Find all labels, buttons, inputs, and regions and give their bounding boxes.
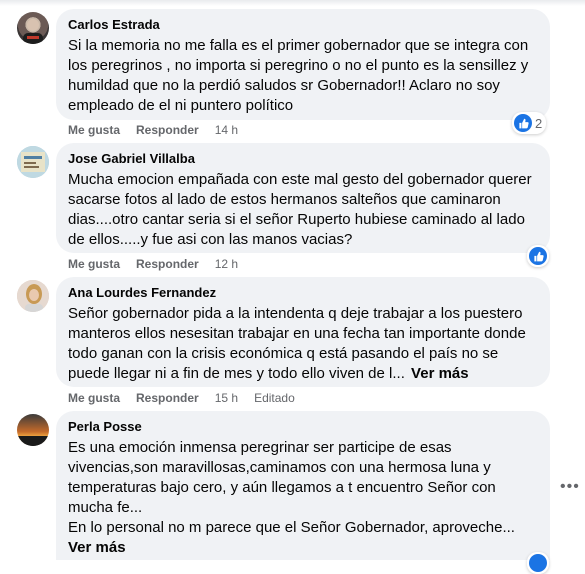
edited-label[interactable]: Editado	[254, 390, 295, 406]
reply-button[interactable]: Responder	[136, 256, 199, 272]
comment-text-line: Es una emoción inmensa peregrinar ser pa…	[68, 439, 452, 456]
reaction-summary[interactable]: 2	[512, 112, 547, 134]
comment-author[interactable]: Jose Gabriel Villalba	[68, 150, 538, 167]
thumbs-up-icon	[529, 247, 547, 265]
comment-text-line: temperaturas bajo cero, y aún llegamos a…	[68, 479, 496, 496]
avatar-image	[23, 19, 43, 44]
comment-author[interactable]: Perla Posse	[68, 418, 538, 435]
comment-bubble: Carlos Estrada Si la memoria no me falla…	[56, 9, 550, 120]
avatar-image	[17, 146, 49, 178]
avatar[interactable]	[17, 12, 49, 44]
comment-text: Es una emoción inmensa peregrinar ser pa…	[68, 438, 538, 558]
top-divider	[0, 0, 585, 6]
comment-text: Mucha emocion empañada con este mal gest…	[68, 171, 532, 248]
comment-bubble: Perla Posse Es una emoción inmensa pereg…	[56, 411, 550, 560]
reaction-summary[interactable]	[527, 245, 549, 267]
avatar-image	[17, 414, 49, 446]
avatar[interactable]	[17, 414, 49, 446]
thumbs-up-icon	[514, 114, 532, 132]
comment-text-line: mucha fe...	[68, 499, 143, 516]
reaction-count: 2	[535, 115, 543, 131]
avatar[interactable]	[17, 146, 49, 178]
thumbs-up-icon	[529, 554, 547, 572]
comment-bubble: Ana Lourdes Fernandez Señor gobernador p…	[56, 277, 550, 387]
avatar-image	[17, 280, 49, 312]
like-button[interactable]: Me gusta	[68, 390, 120, 406]
like-button[interactable]: Me gusta	[68, 256, 120, 272]
comment-author[interactable]: Carlos Estrada	[68, 16, 538, 33]
comment-actions: Me gusta Responder 15 h Editado	[68, 390, 295, 406]
comment-actions: Me gusta Responder 14 h	[68, 122, 254, 138]
reply-button[interactable]: Responder	[136, 390, 199, 406]
comment-timestamp[interactable]: 15 h	[215, 390, 238, 406]
comment-text: Señor gobernador pida a la intendenta q …	[68, 304, 538, 384]
comment-actions: Me gusta Responder 12 h	[68, 256, 254, 272]
more-options-icon[interactable]: •••	[560, 478, 580, 496]
reply-button[interactable]: Responder	[136, 122, 199, 138]
reaction-summary[interactable]	[527, 552, 549, 574]
see-more-link[interactable]: Ver más	[68, 538, 538, 558]
comment-text: Si la memoria no me falla es el primer g…	[68, 37, 529, 114]
like-button[interactable]: Me gusta	[68, 122, 120, 138]
comment-text-line: En lo personal no m parece que el Señor …	[68, 519, 515, 536]
comment-bubble: Jose Gabriel Villalba Mucha emocion empa…	[56, 143, 550, 253]
comment-timestamp[interactable]: 12 h	[215, 256, 238, 272]
avatar[interactable]	[17, 280, 49, 312]
see-more-link[interactable]: Ver más	[411, 365, 469, 382]
comment-text-line: vivencias,son maravillosas,caminamos con…	[68, 459, 491, 476]
comment-author[interactable]: Ana Lourdes Fernandez	[68, 284, 538, 301]
comment-timestamp[interactable]: 14 h	[215, 122, 238, 138]
